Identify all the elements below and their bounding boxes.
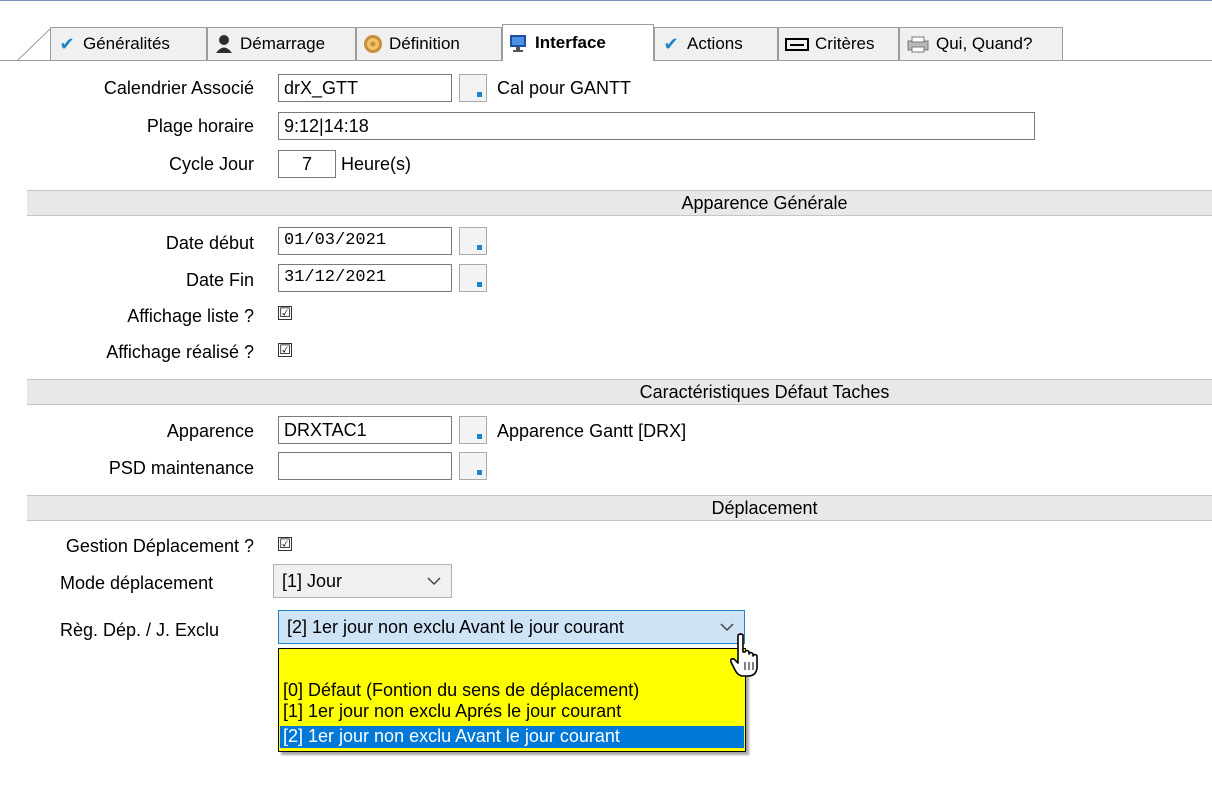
affichage-realise-label: Affichage réalisé ?	[106, 342, 254, 362]
tab-label: Définition	[389, 34, 460, 53]
hand-cursor-icon	[730, 633, 758, 677]
tab-label: Qui, Quand?	[936, 34, 1033, 53]
regle-deplacement-value: [2] 1er jour non exclu Avant le jour cou…	[287, 617, 624, 637]
plage-horaire-label: Plage horaire	[146, 116, 254, 136]
section-apparence-generale: Apparence Générale	[27, 190, 1212, 216]
psd-maintenance-label: PSD maintenance	[108, 458, 254, 478]
tab-label: Actions	[687, 34, 743, 53]
window-top-border	[0, 0, 1212, 1]
date-debut-label: Date début	[165, 233, 254, 253]
cycle-jour-unit: Heure(s)	[341, 154, 412, 174]
regle-deplacement-select[interactable]: [2] 1er jour non exclu Avant le jour cou…	[278, 610, 745, 644]
gestion-deplacement-label: Gestion Déplacement ?	[65, 536, 254, 556]
cycle-jour-label: Cycle Jour	[168, 154, 254, 174]
dropdown-option-0[interactable]: [0] Défaut (Fontion du sens de déplaceme…	[283, 680, 639, 701]
date-fin-picker-button[interactable]	[459, 264, 487, 292]
tab-definition[interactable]: Définition	[356, 27, 502, 60]
tab-demarrage[interactable]: Démarrage	[207, 27, 356, 60]
tab-interface[interactable]: Interface	[502, 24, 654, 61]
apparence-label: Apparence	[166, 421, 254, 441]
gear-icon	[363, 34, 383, 54]
psd-maintenance-field[interactable]	[278, 452, 452, 480]
tab-criteres[interactable]: Critères	[778, 27, 899, 60]
apparence-field[interactable]: DRXTAC1	[278, 416, 452, 444]
checkmark-icon: ✔	[59, 34, 75, 54]
apparence-description: Apparence Gantt [DRX]	[497, 421, 687, 441]
calendrier-field[interactable]: drX_GTT	[278, 74, 452, 102]
cycle-jour-field[interactable]: 7	[278, 150, 336, 178]
calendrier-lookup-button[interactable]	[459, 74, 487, 102]
keyboard-icon	[785, 34, 809, 54]
section-title: Déplacement	[711, 498, 818, 518]
affichage-liste-checkbox[interactable]: ☑	[278, 306, 292, 320]
monitor-icon	[509, 33, 529, 53]
mode-deplacement-label: Mode déplacement	[60, 573, 214, 593]
tab-generalites[interactable]: ✔ Généralités	[50, 27, 207, 60]
mode-deplacement-select[interactable]: [1] Jour	[273, 564, 452, 598]
date-debut-field[interactable]: 01/03/2021	[278, 227, 452, 255]
plage-horaire-field[interactable]: 9:12|14:18	[278, 112, 1035, 140]
user-icon	[214, 34, 234, 54]
apparence-lookup-button[interactable]	[459, 416, 487, 444]
date-fin-field[interactable]: 31/12/2021	[278, 264, 452, 292]
checkmark-icon: ✔	[663, 34, 679, 54]
gestion-deplacement-checkbox[interactable]: ☑	[278, 537, 292, 551]
affichage-liste-label: Affichage liste ?	[127, 306, 254, 326]
section-caracteristiques: Caractéristiques Défaut Taches	[27, 379, 1212, 405]
dropdown-option-2-selected[interactable]: [2] 1er jour non exclu Avant le jour cou…	[280, 726, 744, 748]
calendrier-description: Cal pour GANTT	[497, 78, 632, 98]
psd-maintenance-lookup-button[interactable]	[459, 452, 487, 480]
calendrier-label: Calendrier Associé	[103, 78, 254, 98]
tab-qui-quand[interactable]: Qui, Quand?	[899, 27, 1063, 60]
section-title: Caractéristiques Défaut Taches	[639, 382, 890, 402]
date-debut-picker-button[interactable]	[459, 227, 487, 255]
regle-deplacement-dropdown: [0] Défaut (Fontion du sens de déplaceme…	[278, 648, 746, 752]
mode-deplacement-value: [1] Jour	[282, 571, 343, 591]
chevron-down-icon	[427, 577, 441, 586]
regle-deplacement-label: Règ. Dép. / J. Exclu	[60, 620, 220, 640]
tab-label: Interface	[535, 33, 606, 52]
date-fin-label: Date Fin	[185, 270, 254, 290]
section-deplacement: Déplacement	[27, 495, 1212, 521]
dropdown-option-1[interactable]: [1] 1er jour non exclu Aprés le jour cou…	[283, 701, 621, 722]
tab-label: Critères	[815, 34, 875, 53]
section-title: Apparence Générale	[681, 193, 848, 213]
tab-label: Démarrage	[240, 34, 326, 53]
tab-label: Généralités	[83, 34, 170, 53]
printer-icon	[906, 34, 930, 54]
tab-actions[interactable]: ✔ Actions	[654, 27, 778, 60]
affichage-realise-checkbox[interactable]: ☑	[278, 343, 292, 357]
